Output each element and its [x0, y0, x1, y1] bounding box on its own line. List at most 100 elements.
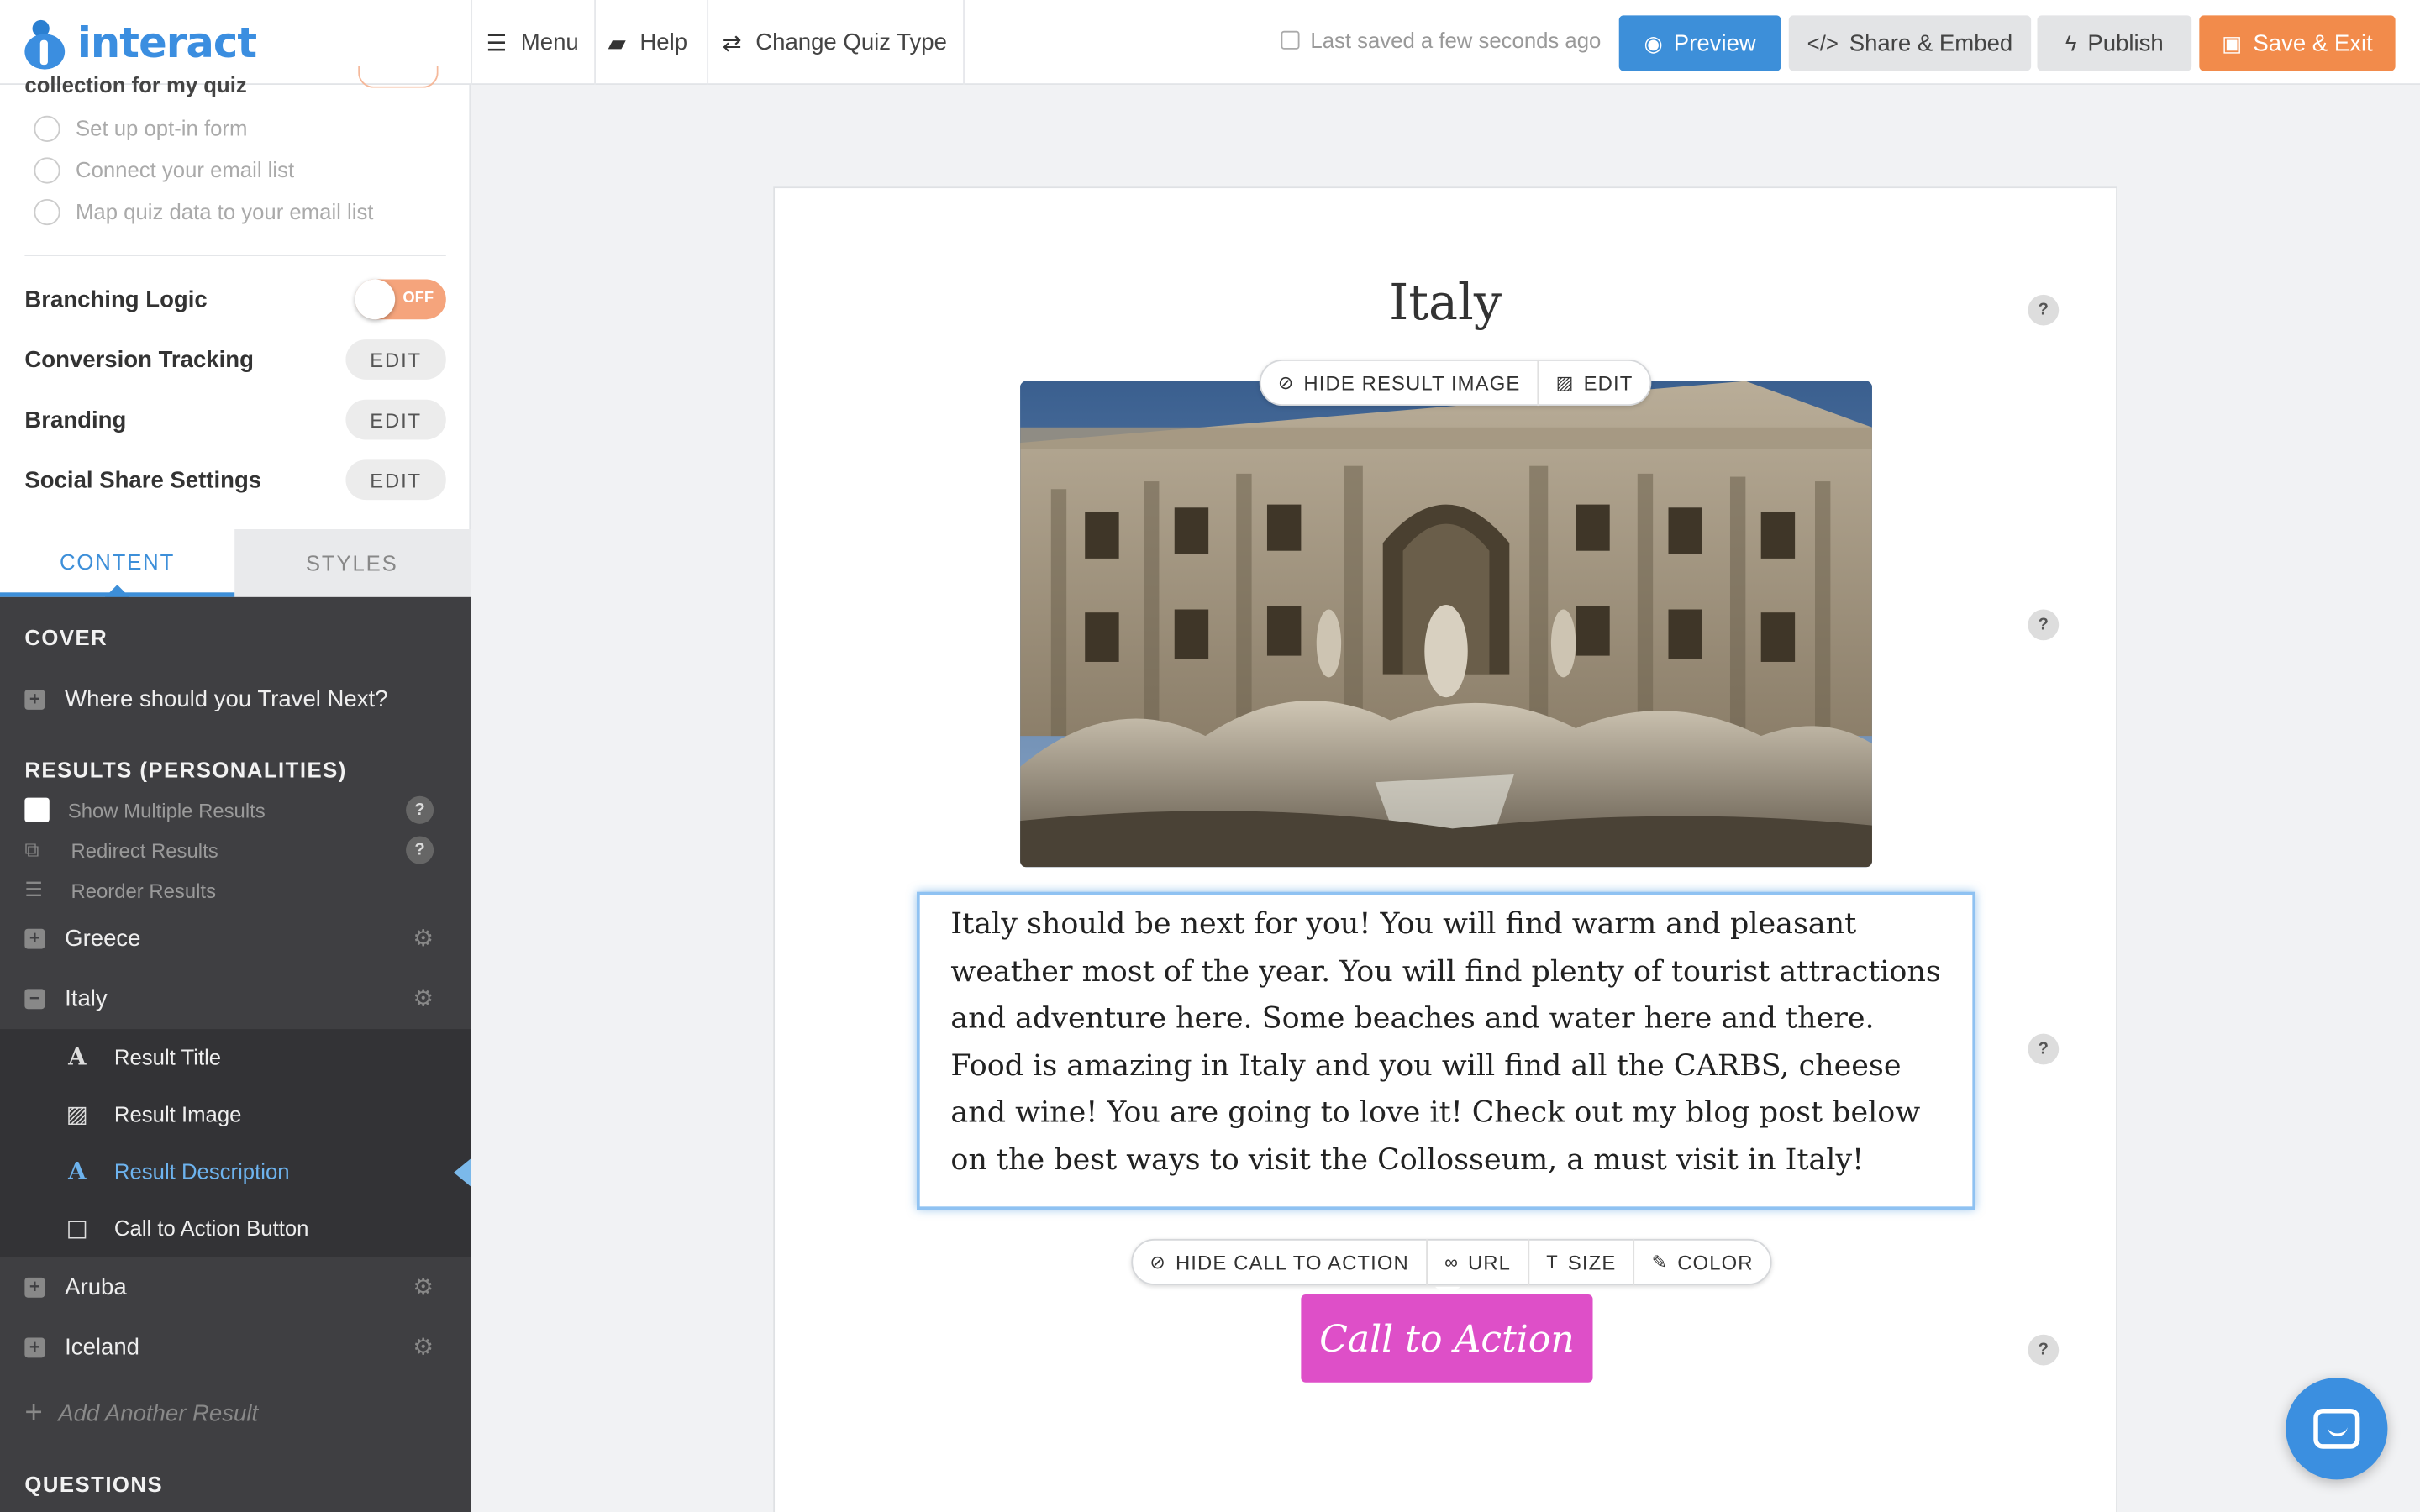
result-title-item[interactable]: A Result Title: [65, 1040, 221, 1074]
edit-image-button[interactable]: ▨ EDIT: [1539, 360, 1649, 406]
help-icon[interactable]: ?: [2028, 1033, 2060, 1065]
external-link-icon: ⧉: [24, 837, 39, 861]
logo-text: interact: [76, 18, 257, 67]
tab-styles[interactable]: STYLES: [234, 529, 469, 597]
help-icon[interactable]: ?: [2028, 1334, 2060, 1366]
result-item-aruba[interactable]: + Aruba ⚙: [24, 1270, 445, 1304]
lightning-icon: ϟ: [2065, 30, 2077, 56]
optin-step[interactable]: Map quiz data to your email list: [34, 196, 373, 227]
call-to-action-button[interactable]: Call to Action: [1301, 1294, 1593, 1383]
expand-icon: +: [24, 927, 45, 948]
optin-step[interactable]: Set up opt-in form: [34, 113, 247, 144]
publish-label: Publish: [2087, 29, 2164, 57]
cover-item[interactable]: + Where should you Travel Next?: [24, 682, 445, 716]
conversion-tracking-edit-button[interactable]: EDIT: [345, 339, 446, 380]
help-icon[interactable]: ?: [2028, 294, 2060, 326]
branding-edit-button[interactable]: EDIT: [345, 399, 446, 440]
toggle-state: OFF: [402, 290, 434, 307]
cta-url-button[interactable]: ∞ URL: [1428, 1238, 1530, 1286]
results-heading: RESULTS (PERSONALITIES): [24, 757, 347, 783]
show-multiple-results-label: Show Multiple Results: [67, 798, 266, 822]
result-description-editor[interactable]: Italy should be next for you! You will f…: [917, 891, 1976, 1210]
gear-icon[interactable]: ⚙: [413, 924, 434, 952]
redirect-results-option[interactable]: ⧉ Redirect Results ?: [24, 835, 445, 866]
publish-button[interactable]: ϟ Publish: [2037, 15, 2192, 71]
cta-url-label: URL: [1467, 1250, 1512, 1274]
logo-mark-icon: [22, 17, 68, 70]
menu-button[interactable]: ☰ Menu: [487, 0, 579, 85]
interact-logo[interactable]: interact: [22, 15, 257, 71]
result-label: Iceland: [65, 1333, 139, 1361]
chat-launcher-button[interactable]: [2286, 1378, 2388, 1480]
change-quiz-type-button[interactable]: ⇄ Change Quiz Type: [723, 0, 947, 85]
cta-toolbar: ⊘ HIDE CALL TO ACTION ∞ URL T SIZE ✎ COL…: [1131, 1238, 1772, 1286]
optin-step-label: Connect your email list: [76, 157, 295, 182]
subitem-label: Result Description: [113, 1158, 290, 1184]
reorder-icon: ☰: [24, 878, 43, 901]
cta-button-item[interactable]: □ Call to Action Button: [65, 1211, 309, 1245]
social-share-label: Social Share Settings: [24, 466, 262, 493]
divider: [24, 255, 446, 256]
result-description-item[interactable]: A Result Description: [65, 1154, 289, 1188]
code-icon: </>: [1807, 30, 1839, 56]
save-status: Last saved a few seconds ago: [1281, 28, 1601, 52]
result-image-item[interactable]: ▨ Result Image: [65, 1097, 242, 1131]
result-image[interactable]: [1020, 381, 1872, 868]
add-result-label: Add Another Result: [58, 1400, 259, 1427]
trevi-fountain-photo: [1020, 381, 1872, 868]
branching-logic-toggle[interactable]: OFF: [355, 279, 446, 320]
image-icon: ▨: [66, 1100, 88, 1128]
add-another-result-button[interactable]: + Add Another Result: [24, 1396, 258, 1431]
book-icon: ▰: [608, 29, 626, 57]
cta-size-button[interactable]: T SIZE: [1529, 1238, 1635, 1286]
eye-slash-icon: ⊘: [1150, 1251, 1166, 1273]
eye-icon: ◉: [1644, 29, 1663, 55]
help-label: Help: [639, 29, 688, 56]
social-share-edit-button[interactable]: EDIT: [345, 459, 446, 501]
show-multiple-results-option[interactable]: Show Multiple Results ?: [24, 795, 445, 826]
active-indicator: [454, 1158, 471, 1187]
change-quiz-type-label: Change Quiz Type: [755, 29, 947, 56]
tab-content[interactable]: CONTENT: [0, 529, 235, 597]
floppy-disk-icon: [1281, 30, 1300, 50]
result-item-greece[interactable]: + Greece ⚙: [24, 921, 445, 955]
checkbox[interactable]: [24, 797, 50, 822]
hide-result-image-button[interactable]: ⊘ HIDE RESULT IMAGE: [1261, 359, 1539, 407]
hamburger-icon: ☰: [486, 29, 508, 57]
edit-image-label: EDIT: [1583, 370, 1634, 395]
result-label: Aruba: [65, 1273, 127, 1300]
result-canvas: Italy ? ⊘ HIDE RESULT IMAGE ▨ EDIT ? Ita…: [773, 186, 2118, 1512]
gear-icon[interactable]: ⚙: [413, 1273, 434, 1300]
cover-item-label: Where should you Travel Next?: [65, 685, 388, 712]
hide-cta-button[interactable]: ⊘ HIDE CALL TO ACTION: [1133, 1238, 1428, 1286]
email-collection-toggle[interactable]: [358, 66, 439, 88]
help-icon[interactable]: ?: [406, 836, 434, 864]
preview-label: Preview: [1673, 29, 1756, 57]
expand-icon: +: [24, 688, 45, 709]
gear-icon[interactable]: ⚙: [413, 1333, 434, 1361]
text-size-icon: T: [1546, 1251, 1559, 1273]
result-item-italy[interactable]: − Italy ⚙: [24, 981, 445, 1015]
optin-step[interactable]: Connect your email list: [34, 155, 294, 186]
toggle-knob: [355, 279, 396, 320]
social-share-setting: Social Share Settings EDIT: [24, 459, 446, 501]
help-button[interactable]: ▰ Help: [608, 0, 687, 85]
result-title[interactable]: Italy: [775, 273, 2116, 332]
menu-label: Menu: [520, 29, 579, 56]
result-item-iceland[interactable]: + Iceland ⚙: [24, 1330, 445, 1363]
help-icon[interactable]: ?: [2028, 609, 2060, 641]
redirect-results-label: Redirect Results: [71, 838, 218, 862]
share-embed-button[interactable]: </> Share & Embed: [1788, 15, 2032, 71]
italy-subitems: A Result Title ▨ Result Image A Result D…: [0, 1029, 471, 1257]
preview-button[interactable]: ◉ Preview: [1618, 15, 1781, 71]
reorder-results-option[interactable]: ☰ Reorder Results: [24, 874, 445, 906]
optin-step-label: Set up opt-in form: [76, 115, 248, 141]
help-icon[interactable]: ?: [406, 795, 434, 824]
save-exit-button[interactable]: ▣ Save & Exit: [2199, 15, 2396, 71]
result-description-text[interactable]: Italy should be next for you! You will f…: [950, 901, 1941, 1184]
cta-color-label: COLOR: [1677, 1250, 1754, 1274]
chat-bubble-icon: [2313, 1408, 2360, 1449]
gear-icon[interactable]: ⚙: [413, 984, 434, 1012]
plus-icon: +: [24, 1396, 43, 1431]
cta-color-button[interactable]: ✎ COLOR: [1634, 1239, 1770, 1285]
